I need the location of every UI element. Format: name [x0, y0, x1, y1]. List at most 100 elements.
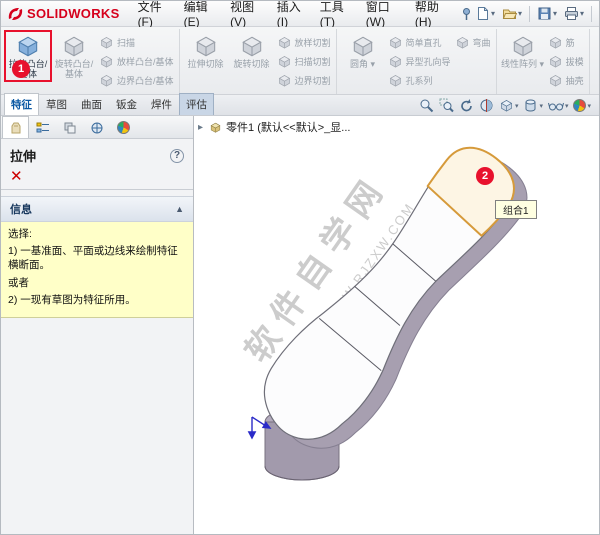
graphics-viewport[interactable]: 软件自学网 WWW.RJZXW.COM ▸ 零件1 (默认<<默认>_显... … [195, 116, 599, 534]
extruded-cut-button[interactable]: 拉伸切除 [183, 31, 229, 81]
section-view-icon[interactable] [479, 98, 494, 113]
simple-hole-button[interactable]: 简单直孔 [386, 34, 453, 51]
message-line: 选择: [8, 228, 32, 240]
tab-sheet-metal[interactable]: 钣金 [109, 93, 144, 115]
extruded-boss-icon [15, 33, 41, 59]
display-manager-tab[interactable] [110, 116, 137, 138]
feature-tree-root[interactable]: ▸ 零件1 (默认<<默认>_显... [198, 119, 350, 135]
pin-icon[interactable] [460, 7, 473, 21]
ribbon-group: 拉伸切除 旋转切除 放样切割扫描切割边界切割 [180, 29, 337, 94]
configuration-manager-tab[interactable] [56, 116, 83, 138]
button-label: 扫描 [117, 38, 136, 48]
revolved-boss-button[interactable]: 旋转凸台/基体 [51, 31, 97, 81]
draft-button[interactable]: 拔模 [546, 53, 586, 70]
button-label: 弯曲 [472, 38, 491, 48]
help-icon[interactable]: ? [170, 148, 184, 163]
hole-wizard-button[interactable]: 异型孔向导 [386, 53, 453, 70]
ribbon-button-stack: 弯曲 [453, 31, 493, 51]
new-document-icon[interactable]: ▾ [473, 4, 497, 23]
selection-tooltip: 组合1 [495, 200, 537, 219]
fillet-icon [350, 33, 376, 59]
menu-bar: SOLIDWORKS 文件(F) 编辑(E) 视图(V) 插入(I) 工具(T) 窗口(W… [1, 1, 599, 29]
revolved-cut-button[interactable]: 旋转切除 [229, 31, 275, 81]
property-title-row: 拉伸 ? [1, 139, 193, 168]
tab-surfaces[interactable]: 曲面 [74, 93, 109, 115]
part-icon [210, 122, 221, 133]
property-manager-panel: 拉伸 ? ✕ 信息 ▲ 选择: 1) 一基准面、平面或边线来绘制特征横断面。 或者 2… [1, 116, 194, 534]
model-3d-view[interactable] [195, 116, 599, 534]
tab-features[interactable]: 特征 [4, 93, 39, 115]
shell-button[interactable]: 抽壳 [546, 72, 586, 89]
button-label: 拔模 [565, 57, 584, 67]
open-document-icon[interactable]: ▾ [500, 4, 524, 23]
save-icon[interactable]: ▾ [535, 4, 559, 23]
tab-evaluate[interactable]: 评估 [179, 93, 214, 115]
previous-view-icon[interactable] [459, 98, 474, 113]
button-label: 放样凸台/基体 [117, 57, 174, 67]
button-label: 异型孔向导 [405, 57, 451, 67]
flex-button[interactable]: 弯曲 [453, 34, 493, 51]
button-label: 圆角 ▾ [350, 59, 376, 69]
zoom-area-icon[interactable] [439, 98, 454, 113]
hole-series-button[interactable]: 孔系列 [386, 72, 453, 89]
button-label: 线性阵列 ▾ [501, 59, 545, 69]
revolved-boss-icon [61, 33, 87, 59]
tab-sketch[interactable]: 草图 [39, 93, 74, 115]
button-label: 旋转凸台/基体 [54, 59, 94, 80]
swept-cut-icon [277, 54, 292, 69]
toolbar-separator [591, 5, 592, 22]
command-tabs: 特征 草图 曲面 钣金 焊件 评估 [4, 93, 214, 115]
solidworks-logo: SOLIDWORKS [1, 6, 130, 22]
swept-cut-button[interactable]: 扫描切割 [275, 53, 333, 70]
fillet-button[interactable]: 圆角 ▾ [340, 31, 386, 81]
boundary-boss-button[interactable]: 边界凸台/基体 [97, 72, 176, 89]
button-label: 抽壳 [565, 76, 584, 86]
lofted-boss-button[interactable]: 放样凸台/基体 [97, 53, 176, 70]
revolved-cut-icon [239, 33, 265, 59]
ribbon-group: 圆角 ▾ 简单直孔异型孔向导孔系列 弯曲 [337, 29, 497, 94]
lofted-cut-icon [277, 35, 292, 50]
linear-pattern-button[interactable]: 线性阵列 ▾ [500, 31, 546, 81]
solidworks-window: SOLIDWORKS 文件(F) 编辑(E) 视图(V) 插入(I) 工具(T) 窗口(W… [0, 0, 600, 535]
hide-show-items-icon[interactable]: ▾ [547, 98, 568, 113]
button-label: 旋转切除 [233, 59, 270, 69]
button-label: 拉伸切除 [187, 59, 224, 69]
property-actions-row: ✕ [1, 168, 193, 190]
swept-boss-icon [99, 35, 114, 50]
ribbon-button-stack: 放样切割扫描切割边界切割 [275, 31, 333, 89]
simple-hole-icon [388, 35, 403, 50]
zoom-fit-icon[interactable] [419, 98, 434, 113]
flyout-tree-collapse-icon[interactable]: ▸ [198, 122, 203, 133]
feature-tree-root-label: 零件1 (默认<<默认>_显... [226, 122, 351, 134]
swept-boss-button[interactable]: 扫描 [97, 34, 176, 51]
message-groupbox-header[interactable]: 信息 ▲ [1, 196, 193, 222]
command-tab-bar: 特征 草图 曲面 钣金 焊件 评估 ▾ ▾ ▾ ▾ [1, 93, 599, 116]
ribbon-button-stack: 简单直孔异型孔向导孔系列 [386, 31, 453, 89]
logo-text: SOLIDWORKS [27, 6, 120, 21]
button-label: 孔系列 [405, 76, 433, 86]
lofted-cut-button[interactable]: 放样切割 [275, 34, 333, 51]
linear-pattern-icon [510, 33, 536, 59]
dimxpert-manager-tab[interactable] [83, 116, 110, 138]
extruded-cut-icon [193, 33, 219, 59]
solidworks-logo-icon [8, 7, 23, 20]
rib-button[interactable]: 筋 [546, 34, 586, 51]
message-box: 选择: 1) 一基准面、平面或边线来绘制特征横断面。 或者 2) 一现有草图为特征所用… [1, 222, 193, 318]
cancel-button[interactable]: ✕ [10, 168, 23, 185]
ribbon-button-stack: 筋拔模 抽壳 [546, 31, 586, 89]
tab-weldments[interactable]: 焊件 [144, 93, 179, 115]
ribbon-button-stack: 扫描放样凸台/基体边界凸台/基体 [97, 31, 176, 89]
feature-manager-tab[interactable] [29, 116, 56, 138]
button-label: 筋 [565, 38, 575, 48]
boundary-cut-button[interactable]: 边界切割 [275, 72, 333, 89]
edit-appearance-icon[interactable]: ▾ [573, 99, 591, 112]
message-line: 2) 一现有草图为特征所用。 [8, 293, 136, 306]
message-line: 或者 [8, 276, 29, 289]
property-title: 拉伸 [10, 149, 37, 164]
print-icon[interactable]: ▾ [562, 4, 586, 23]
display-style-icon[interactable]: ▾ [523, 98, 543, 113]
property-manager-tab[interactable] [2, 116, 29, 138]
view-orientation-icon[interactable]: ▾ [499, 98, 518, 113]
draft-icon [548, 54, 563, 69]
shell-icon [548, 73, 563, 88]
